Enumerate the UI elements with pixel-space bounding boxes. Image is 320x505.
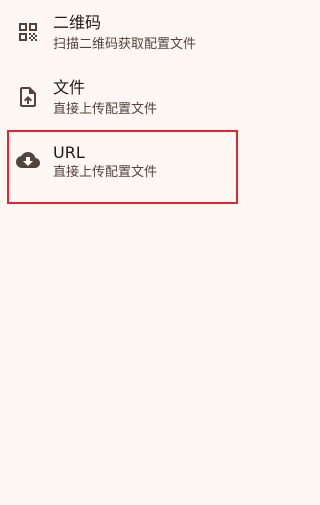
option-file[interactable]: 文件 直接上传配置文件 xyxy=(0,65,300,129)
cloud-download-icon xyxy=(16,148,40,172)
option-qr-code[interactable]: 二维码 扫描二维码获取配置文件 xyxy=(0,0,300,64)
option-subtitle: 直接上传配置文件 xyxy=(53,102,158,117)
option-url[interactable]: URL 直接上传配置文件 xyxy=(0,130,300,194)
option-title: 二维码 xyxy=(53,13,102,32)
option-subtitle: 直接上传配置文件 xyxy=(53,165,158,180)
file-upload-icon xyxy=(16,85,40,109)
qr-code-icon xyxy=(16,20,40,44)
option-title: 文件 xyxy=(53,78,86,97)
option-subtitle: 扫描二维码获取配置文件 xyxy=(53,37,197,52)
option-title: URL xyxy=(53,143,85,162)
